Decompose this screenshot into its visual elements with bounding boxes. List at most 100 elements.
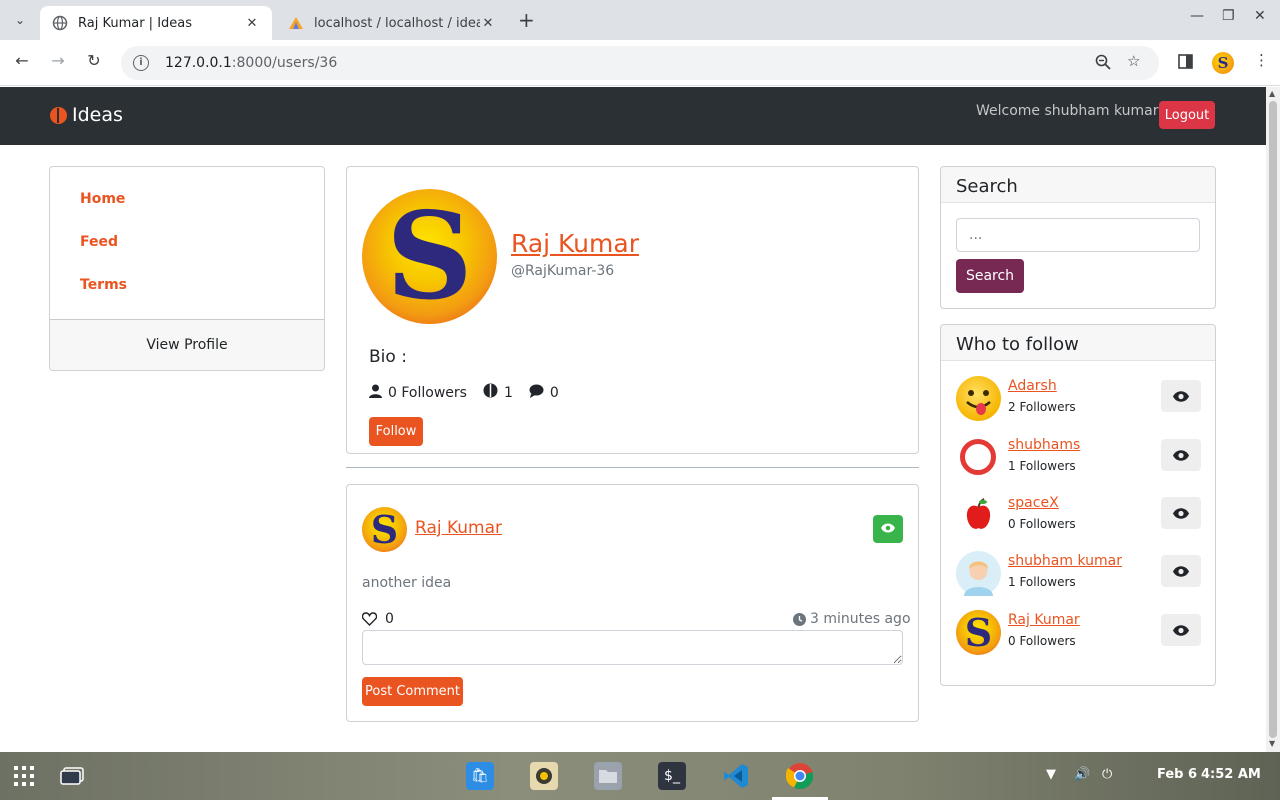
- workspaces-icon[interactable]: [58, 762, 86, 790]
- zoom-icon[interactable]: [1095, 54, 1111, 74]
- scroll-down-icon[interactable]: ▼: [1269, 739, 1275, 748]
- os-taskbar: 🛍 $_ ▼ 🔊 ⏻ Feb 6 4:52 AM: [0, 752, 1280, 800]
- kebab-menu-icon[interactable]: ⋮: [1254, 51, 1269, 69]
- tab-active[interactable]: Raj Kumar | Ideas ✕: [40, 6, 272, 40]
- user-avatar: S: [956, 610, 1001, 655]
- view-user-button[interactable]: [1161, 497, 1201, 529]
- profile-card: S Raj Kumar @RajKumar-36 Bio : 0 Followe…: [346, 166, 919, 454]
- browser-tabstrip: ⌄ Raj Kumar | Ideas ✕ localhost / localh…: [0, 0, 1280, 40]
- logout-button[interactable]: Logout: [1159, 101, 1215, 129]
- search-button[interactable]: Search: [956, 259, 1024, 293]
- minimize-icon[interactable]: —: [1190, 8, 1204, 24]
- search-card: Search Search: [940, 166, 1216, 309]
- close-tab-icon[interactable]: ✕: [480, 16, 496, 31]
- vscode-icon[interactable]: [722, 762, 750, 790]
- forward-icon[interactable]: →: [46, 51, 70, 70]
- sidebar-card: Home Feed Terms View Profile: [49, 166, 325, 371]
- profile-name[interactable]: Raj Kumar: [511, 229, 639, 258]
- restore-icon[interactable]: ❐: [1222, 8, 1235, 24]
- user-name[interactable]: Adarsh: [1008, 378, 1057, 394]
- list-item: shubham kumar 1 Followers: [956, 551, 1202, 601]
- user-followers: 0 Followers: [1008, 634, 1076, 648]
- post-comment-button[interactable]: Post Comment: [362, 677, 463, 706]
- heart-icon[interactable]: [362, 612, 377, 626]
- eye-icon: [1173, 562, 1189, 581]
- music-player-icon[interactable]: [530, 762, 558, 790]
- user-name[interactable]: shubham kumar: [1008, 553, 1122, 569]
- view-profile-link[interactable]: View Profile: [50, 319, 324, 370]
- view-user-button[interactable]: [1161, 439, 1201, 471]
- view-user-button[interactable]: [1161, 380, 1201, 412]
- taskbar-time[interactable]: 4:52 AM: [1201, 767, 1261, 782]
- idea-author-name[interactable]: Raj Kumar: [415, 518, 502, 538]
- tab-search-icon[interactable]: ⌄: [8, 8, 32, 32]
- list-item: shubhams 1 Followers: [956, 435, 1202, 485]
- user-avatar: [960, 439, 996, 475]
- browser-profile-avatar[interactable]: S: [1212, 52, 1234, 74]
- eye-icon: [1173, 621, 1189, 640]
- tab-inactive[interactable]: localhost / localhost / idea ✕: [276, 6, 508, 40]
- user-followers: 1 Followers: [1008, 575, 1076, 589]
- sidebar-item-home[interactable]: Home: [80, 191, 125, 207]
- power-icon[interactable]: ⏻: [1102, 767, 1112, 782]
- bookmark-star-icon[interactable]: ☆: [1127, 52, 1140, 70]
- view-idea-button[interactable]: [873, 515, 903, 543]
- back-icon[interactable]: ←: [10, 51, 34, 70]
- user-name[interactable]: Raj Kumar: [1008, 612, 1080, 628]
- tab-title: localhost / localhost / idea: [314, 15, 480, 31]
- sidebar-item-terms[interactable]: Terms: [80, 277, 127, 293]
- sidebar-item-feed[interactable]: Feed: [80, 234, 118, 250]
- search-input[interactable]: [956, 218, 1200, 252]
- store-icon[interactable]: 🛍: [466, 762, 494, 790]
- address-bar[interactable]: i 127.0.0.1:8000/users/36: [121, 46, 1159, 80]
- phpmyadmin-icon: [288, 15, 304, 31]
- chrome-icon[interactable]: [786, 762, 814, 790]
- globe-icon: [52, 15, 68, 31]
- side-panel-icon[interactable]: [1178, 54, 1193, 73]
- app-grid-icon[interactable]: [10, 762, 38, 790]
- eye-icon: [881, 522, 895, 536]
- view-user-button[interactable]: [1161, 614, 1201, 646]
- who-to-follow-title: Who to follow: [941, 325, 1215, 361]
- user-followers: 2 Followers: [1008, 400, 1076, 414]
- view-user-button[interactable]: [1161, 555, 1201, 587]
- comment-icon: [529, 384, 544, 402]
- user-followers: 1 Followers: [1008, 459, 1076, 473]
- search-card-title: Search: [941, 167, 1215, 203]
- terminal-icon[interactable]: $_: [658, 762, 686, 790]
- site-info-icon[interactable]: i: [133, 55, 149, 71]
- comment-textarea[interactable]: [362, 630, 903, 665]
- idea-content: another idea: [362, 575, 452, 591]
- clock-icon: [793, 612, 806, 626]
- scrollbar-thumb[interactable]: [1269, 101, 1277, 738]
- volume-icon[interactable]: 🔊: [1074, 767, 1090, 782]
- time-text: 3 minutes ago: [810, 611, 911, 627]
- reload-icon[interactable]: ↻: [82, 51, 106, 70]
- followers-count: 0 Followers: [388, 384, 467, 401]
- new-tab-icon[interactable]: +: [518, 8, 535, 32]
- close-tab-icon[interactable]: ✕: [244, 16, 260, 31]
- list-item: S Raj Kumar 0 Followers: [956, 610, 1202, 660]
- wifi-icon[interactable]: ▼: [1046, 767, 1056, 782]
- who-to-follow-card: Who to follow Adarsh 2 Followers shubham…: [940, 324, 1216, 686]
- user-name[interactable]: spaceX: [1008, 495, 1059, 511]
- idea-card: S Raj Kumar another idea 0 3 minutes ago…: [346, 484, 919, 722]
- list-item: spaceX 0 Followers: [956, 493, 1202, 543]
- like-control[interactable]: 0: [362, 611, 394, 627]
- ideas-count: 1: [503, 384, 513, 401]
- brand[interactable]: Ideas: [50, 104, 123, 126]
- page-scrollbar[interactable]: ▲ ▼: [1266, 87, 1280, 752]
- app-navbar: Ideas Welcome shubham kumar Logout: [0, 87, 1266, 145]
- likes-count: 0: [385, 611, 394, 627]
- taskbar-date[interactable]: Feb 6: [1157, 767, 1197, 782]
- eye-icon: [1173, 504, 1189, 523]
- follow-button[interactable]: Follow: [369, 417, 423, 446]
- brain-icon: [50, 106, 67, 124]
- user-avatar: [956, 376, 1001, 421]
- files-icon[interactable]: [594, 762, 622, 790]
- user-name[interactable]: shubhams: [1008, 437, 1080, 453]
- page: Ideas Welcome shubham kumar Logout Home …: [0, 87, 1266, 752]
- close-window-icon[interactable]: ✕: [1254, 8, 1266, 24]
- scroll-up-icon[interactable]: ▲: [1269, 89, 1275, 98]
- profile-stats: 0 Followers 1 0: [369, 383, 575, 402]
